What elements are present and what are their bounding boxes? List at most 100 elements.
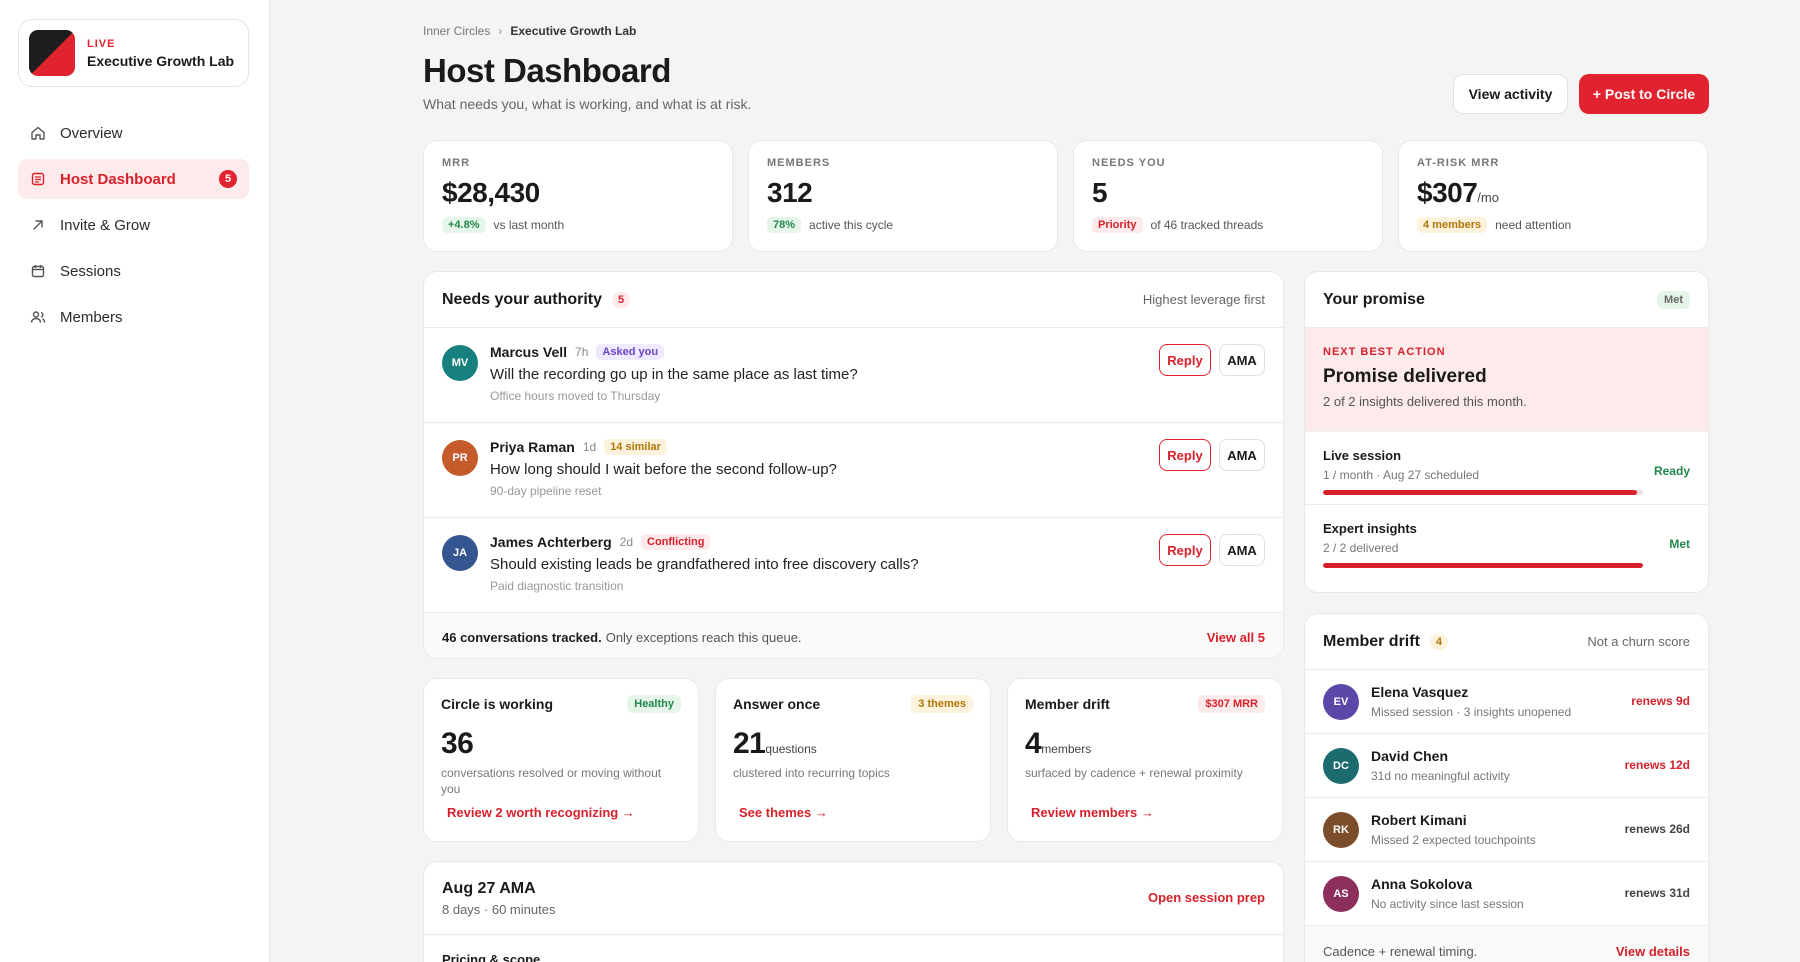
page-title: Host Dashboard xyxy=(423,52,671,89)
circle-working-card: Circle is working Healthy 36 conversatio… xyxy=(423,678,699,842)
breadcrumb-current: Executive Growth Lab xyxy=(510,24,637,38)
open-session-prep-link[interactable]: Open session prep xyxy=(1148,890,1265,905)
review-members-link[interactable]: Review members → xyxy=(1025,805,1265,820)
kpi-note: of 46 tracked threads xyxy=(1150,218,1264,232)
nba-label: NEXT BEST ACTION xyxy=(1323,346,1446,358)
promise-item-status: Ready xyxy=(1653,464,1690,478)
footer-note: Only exceptions reach this queue. xyxy=(605,629,802,645)
thread-row[interactable]: MV Marcus Vell 7h Asked you Will the rec… xyxy=(424,328,1283,423)
sidebar-item-host-dashboard[interactable]: Host Dashboard 5 xyxy=(18,159,249,199)
metric-unit: questions xyxy=(765,742,817,756)
card-title: Your promise xyxy=(1323,290,1425,308)
metric-description: clustered into recurring topics xyxy=(733,766,890,780)
promise-item-live-session: Live session 1 / month · Aug 27 schedule… xyxy=(1305,432,1708,505)
footer-count: 46 conversations tracked. xyxy=(442,629,602,645)
avatar: EV xyxy=(1323,684,1359,720)
sidebar-nav: Overview Host Dashboard 5 Invite & Grow … xyxy=(18,113,249,343)
page-subtitle: What needs you, what is working, and wha… xyxy=(423,96,752,112)
see-themes-link[interactable]: See themes → xyxy=(733,805,973,820)
kpi-change-pill: +4.8% xyxy=(442,217,486,233)
renewal-label: renews 12d xyxy=(1624,758,1690,772)
progress-bar xyxy=(1323,490,1643,495)
sidebar-item-label: Invite & Grow xyxy=(60,216,151,234)
sidebar-item-sessions[interactable]: Sessions xyxy=(18,251,249,291)
renewal-label: renews 26d xyxy=(1624,822,1690,836)
nba-subtitle: 2 of 2 insights delivered this month. xyxy=(1323,394,1527,409)
kpi-note: need attention xyxy=(1495,218,1572,232)
avatar: RK xyxy=(1323,812,1359,848)
kpi-value: 312 xyxy=(767,177,813,208)
card-footer: Cadence + renewal timing. View details xyxy=(1305,926,1708,962)
nba-title: Promise delivered xyxy=(1323,366,1487,387)
next-best-action: NEXT BEST ACTION Promise delivered 2 of … xyxy=(1305,328,1708,432)
sidebar-item-invite-grow[interactable]: Invite & Grow xyxy=(18,205,249,245)
live-status-label: LIVE xyxy=(87,37,116,50)
thread-question: Should existing leads be grandfathered i… xyxy=(490,556,919,573)
breadcrumb-parent[interactable]: Inner Circles xyxy=(423,24,490,38)
divider xyxy=(424,934,1283,935)
thread-row[interactable]: PR Priya Raman 1d 14 similar How long sh… xyxy=(424,423,1283,518)
count-badge: 4 xyxy=(1429,633,1449,650)
card-title: Answer once xyxy=(733,696,821,712)
reply-button[interactable]: Reply xyxy=(1159,344,1211,376)
member-row[interactable]: AS Anna Sokolova No activity since last … xyxy=(1305,862,1708,926)
home-icon xyxy=(30,125,46,141)
member-row[interactable]: RK Robert Kimani Missed 2 expected touch… xyxy=(1305,798,1708,862)
sidebar-item-members[interactable]: Members xyxy=(18,297,249,337)
circle-logo xyxy=(29,30,75,76)
promise-item-status: Met xyxy=(1669,537,1690,551)
kpi-value: 5 xyxy=(1092,177,1108,208)
kpi-card-at-risk-mrr: AT-RISK MRR $307/mo 4 members need attent… xyxy=(1398,140,1708,252)
promise-item-title: Live session xyxy=(1323,448,1402,463)
thread-time: 1d xyxy=(582,440,597,454)
agenda-item[interactable]: Pricing & scope xyxy=(442,952,540,962)
arrow-up-right-icon xyxy=(30,217,46,233)
avatar: AS xyxy=(1323,876,1359,912)
thread-row[interactable]: JA James Achterberg 2d Conflicting Shoul… xyxy=(424,518,1283,613)
progress-bar xyxy=(1323,563,1643,568)
ama-button[interactable]: AMA xyxy=(1219,344,1265,376)
sidebar-item-overview[interactable]: Overview xyxy=(18,113,249,153)
kpi-unit: /mo xyxy=(1477,190,1499,205)
thread-question: How long should I wait before the second… xyxy=(490,461,837,478)
review-recognizing-link[interactable]: Review 2 worth recognizing → xyxy=(441,805,681,820)
thread-context: 90-day pipeline reset xyxy=(490,484,602,498)
member-row[interactable]: DC David Chen 31d no meaningful activity… xyxy=(1305,734,1708,798)
thread-question: Will the recording go up in the same pla… xyxy=(490,366,858,383)
sidebar-item-label: Host Dashboard xyxy=(60,170,176,188)
thread-tag: Conflicting xyxy=(641,534,711,550)
view-details-link[interactable]: View details xyxy=(1616,944,1690,959)
circle-switcher[interactable]: LIVE Executive Growth Lab xyxy=(18,19,249,87)
view-all-link[interactable]: View all 5 xyxy=(1207,630,1265,645)
avatar: PR xyxy=(442,440,478,476)
promise-item-title: Expert insights xyxy=(1323,521,1417,536)
ama-button[interactable]: AMA xyxy=(1219,439,1265,471)
progress-fill xyxy=(1323,563,1643,568)
ama-button[interactable]: AMA xyxy=(1219,534,1265,566)
member-drift-card: Member drift 4 Not a churn score EV Elen… xyxy=(1304,613,1709,962)
reply-button[interactable]: Reply xyxy=(1159,534,1211,566)
member-row[interactable]: EV Elena Vasquez Missed session · 3 insi… xyxy=(1305,670,1708,734)
renewal-label: renews 31d xyxy=(1624,886,1690,900)
kpi-card-mrr: MRR $28,430 +4.8% vs last month xyxy=(423,140,733,252)
thread-time: 7h xyxy=(575,345,589,359)
promise-item-expert-insights: Expert insights 2 / 2 delivered Met xyxy=(1305,505,1708,578)
metric-unit: members xyxy=(1041,742,1092,756)
card-title: Member drift xyxy=(1025,696,1110,712)
sort-label[interactable]: Highest leverage first xyxy=(1143,292,1265,307)
session-details: 8 days · 60 minutes xyxy=(442,902,556,917)
thread-time: 2d xyxy=(619,535,634,549)
themes-badge: 3 themes xyxy=(911,695,973,713)
metric-value: 4 xyxy=(1025,727,1042,760)
avatar: JA xyxy=(442,535,478,571)
kpi-note: active this cycle xyxy=(809,218,894,232)
reply-button[interactable]: Reply xyxy=(1159,439,1211,471)
breadcrumb-separator: › xyxy=(498,24,503,38)
promise-card: Your promise Met NEXT BEST ACTION Promis… xyxy=(1304,271,1709,593)
kpi-value: $28,430 xyxy=(442,177,540,208)
post-to-circle-button[interactable]: + Post to Circle xyxy=(1579,74,1709,114)
view-activity-button[interactable]: View activity xyxy=(1453,74,1568,114)
notification-badge: 5 xyxy=(219,170,237,188)
card-footer: 46 conversations tracked. Only exception… xyxy=(424,613,1283,658)
progress-fill xyxy=(1323,490,1637,495)
